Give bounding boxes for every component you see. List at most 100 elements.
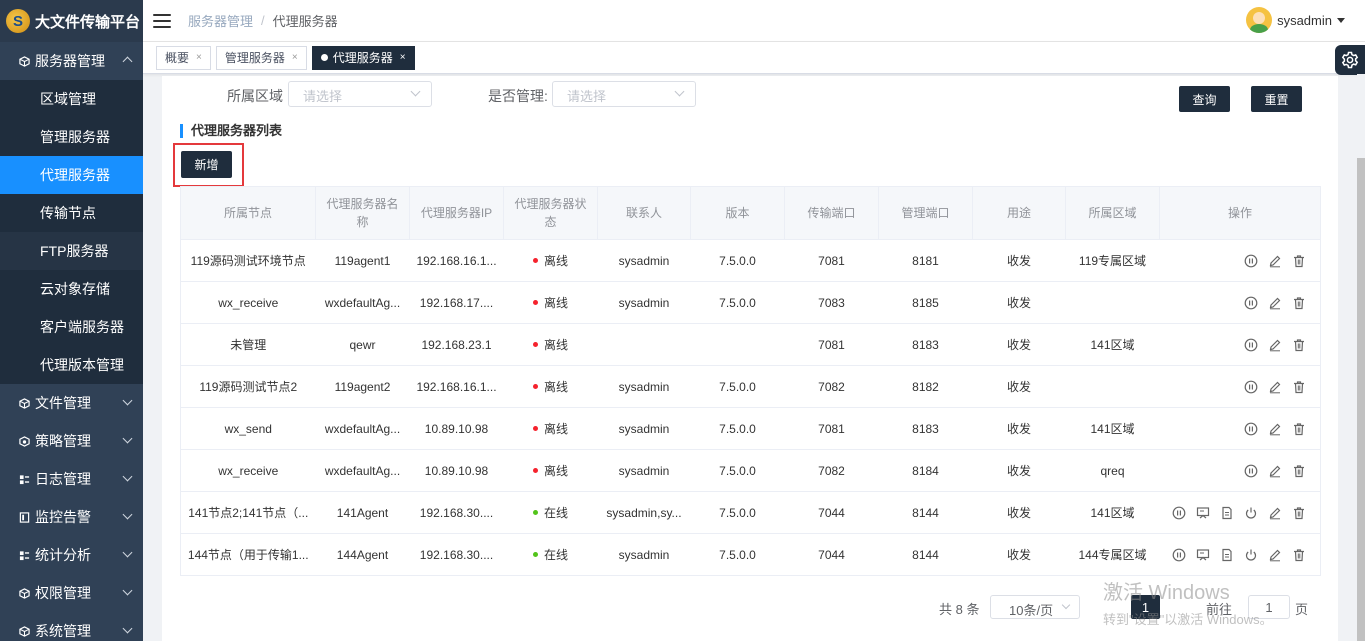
screen-icon[interactable] [1196, 548, 1210, 562]
cell-mgmt-port: 8144 [878, 491, 973, 534]
sidebar-item-6[interactable]: 客户端服务器 [0, 308, 143, 346]
chevron-down-icon [122, 509, 133, 520]
caret-down-icon[interactable] [1337, 17, 1345, 23]
delete-icon[interactable] [1292, 380, 1306, 394]
delete-icon[interactable] [1292, 338, 1306, 352]
pause-icon[interactable] [1244, 296, 1258, 310]
offline-dot-icon [532, 258, 538, 263]
sidebar-group-2[interactable]: 策略管理 [0, 422, 143, 460]
power-icon[interactable] [1244, 506, 1258, 520]
tab-0[interactable]: 概要 × [156, 45, 211, 70]
table-row: wx_receive wxdefaultAg... 10.89.10.98 离线 sys… [180, 449, 1321, 492]
edit-icon[interactable] [1268, 338, 1282, 352]
cell-status: 离线 [503, 239, 598, 282]
delete-icon[interactable] [1292, 506, 1306, 520]
region-select[interactable]: 请选择 [288, 81, 432, 107]
pause-icon[interactable] [1172, 506, 1186, 520]
pause-icon[interactable] [1244, 338, 1258, 352]
managed-select[interactable]: 请选择 [552, 81, 696, 107]
power-icon[interactable] [1244, 548, 1258, 562]
close-icon[interactable]: × [292, 52, 298, 63]
sidebar-group-6[interactable]: 权限管理 [0, 574, 143, 612]
edit-icon[interactable] [1268, 254, 1282, 268]
screen-icon[interactable] [1196, 506, 1210, 520]
sidebar-item-7[interactable]: 代理版本管理 [0, 346, 143, 384]
edit-icon[interactable] [1268, 380, 1282, 394]
cell-version [690, 323, 785, 366]
edit-icon[interactable] [1268, 296, 1282, 310]
chevron-down-icon [410, 86, 421, 97]
pause-icon[interactable] [1172, 548, 1186, 562]
cell-usage: 收发 [972, 407, 1066, 450]
document-icon[interactable] [1220, 548, 1234, 562]
sidebar-group-label: 策略管理 [35, 433, 91, 449]
sidebar-group-3[interactable]: 日志管理 [0, 460, 143, 498]
sidebar-group-0[interactable]: 服务器管理 [0, 42, 143, 80]
sidebar-item-5[interactable]: 云对象存储 [0, 270, 143, 308]
cell-version: 7.5.0.0 [690, 533, 785, 576]
chevron-down-icon [122, 395, 133, 406]
sidebar-item-2[interactable]: 代理服务器 [0, 156, 143, 194]
document-icon[interactable] [1220, 506, 1234, 520]
cell-mgmt-port: 8181 [878, 239, 973, 282]
add-button[interactable]: 新增 [181, 151, 232, 178]
cell-usage: 收发 [972, 281, 1066, 324]
breadcrumb-item-server-management[interactable]: 服务器管理 [188, 11, 253, 30]
avatar[interactable] [1246, 7, 1273, 33]
reset-button[interactable]: 重置 [1251, 86, 1302, 112]
sidebar-item-4[interactable]: FTP服务器 [0, 232, 143, 270]
sidebar-group-7[interactable]: 系统管理 [0, 612, 143, 641]
cell-mgmt-port: 8184 [878, 449, 973, 492]
edit-icon[interactable] [1268, 548, 1282, 562]
goto-page-input[interactable]: 1 [1248, 595, 1290, 619]
cell-mgmt-port: 8182 [878, 365, 973, 408]
pause-icon[interactable] [1244, 422, 1258, 436]
cell-status: 离线 [503, 407, 598, 450]
edit-icon[interactable] [1268, 422, 1282, 436]
cell-mgmt-port: 8185 [878, 281, 973, 324]
username[interactable]: sysadmin [1277, 13, 1332, 28]
status-badge: 在线 [532, 504, 568, 521]
scrollbar-thumb[interactable] [1357, 158, 1365, 641]
edit-icon[interactable] [1268, 506, 1282, 520]
log-icon [18, 473, 30, 485]
query-button[interactable]: 查询 [1179, 86, 1230, 112]
cell-ip: 192.168.17.... [409, 281, 504, 324]
sidebar-group-4[interactable]: 监控告警 [0, 498, 143, 536]
delete-icon[interactable] [1292, 464, 1306, 478]
monitor-icon [18, 511, 30, 523]
cell-name: 141Agent [315, 491, 410, 534]
page-size-select[interactable]: 10条/页 [990, 595, 1080, 619]
cell-version: 7.5.0.0 [690, 491, 785, 534]
pause-icon[interactable] [1244, 464, 1258, 478]
status-badge: 离线 [532, 294, 568, 311]
sidebar-group-label: 权限管理 [35, 585, 91, 601]
delete-icon[interactable] [1292, 548, 1306, 562]
settings-gear-button[interactable] [1335, 45, 1365, 75]
edit-icon[interactable] [1268, 464, 1282, 478]
sidebar-item-0[interactable]: 区域管理 [0, 80, 143, 118]
user-menu[interactable]: sysadmin [1246, 7, 1345, 33]
pause-icon[interactable] [1244, 380, 1258, 394]
table-row: 119源码测试环境节点 119agent1 192.168.16.1... 离线 sys… [180, 239, 1321, 282]
cell-transfer-port: 7081 [784, 323, 879, 366]
row-actions [1166, 338, 1315, 352]
cell-region: qreq [1065, 449, 1160, 492]
cell-node: wx_send [180, 407, 316, 450]
delete-icon[interactable] [1292, 296, 1306, 310]
sidebar-item-3[interactable]: 传输节点 [0, 194, 143, 232]
close-icon[interactable]: × [400, 52, 406, 63]
cell-region [1065, 281, 1160, 324]
sidebar-group-5[interactable]: 统计分析 [0, 536, 143, 574]
sidebar-item-1[interactable]: 管理服务器 [0, 118, 143, 156]
delete-icon[interactable] [1292, 254, 1306, 268]
sidebar-group-1[interactable]: 文件管理 [0, 384, 143, 422]
tab-1[interactable]: 管理服务器 × [215, 45, 307, 70]
tab-2[interactable]: 代理服务器 × [311, 45, 415, 70]
close-icon[interactable]: × [196, 52, 202, 63]
delete-icon[interactable] [1292, 422, 1306, 436]
pause-icon[interactable] [1244, 254, 1258, 268]
page-number-current[interactable]: 1 [1131, 595, 1160, 619]
table-header-row: 所属节点 代理服务器名称 代理服务器IP 代理服务器状态 联系人 版本 传输端口 管理端口 用途… [180, 186, 1321, 240]
hamburger-menu-icon[interactable] [153, 13, 171, 28]
